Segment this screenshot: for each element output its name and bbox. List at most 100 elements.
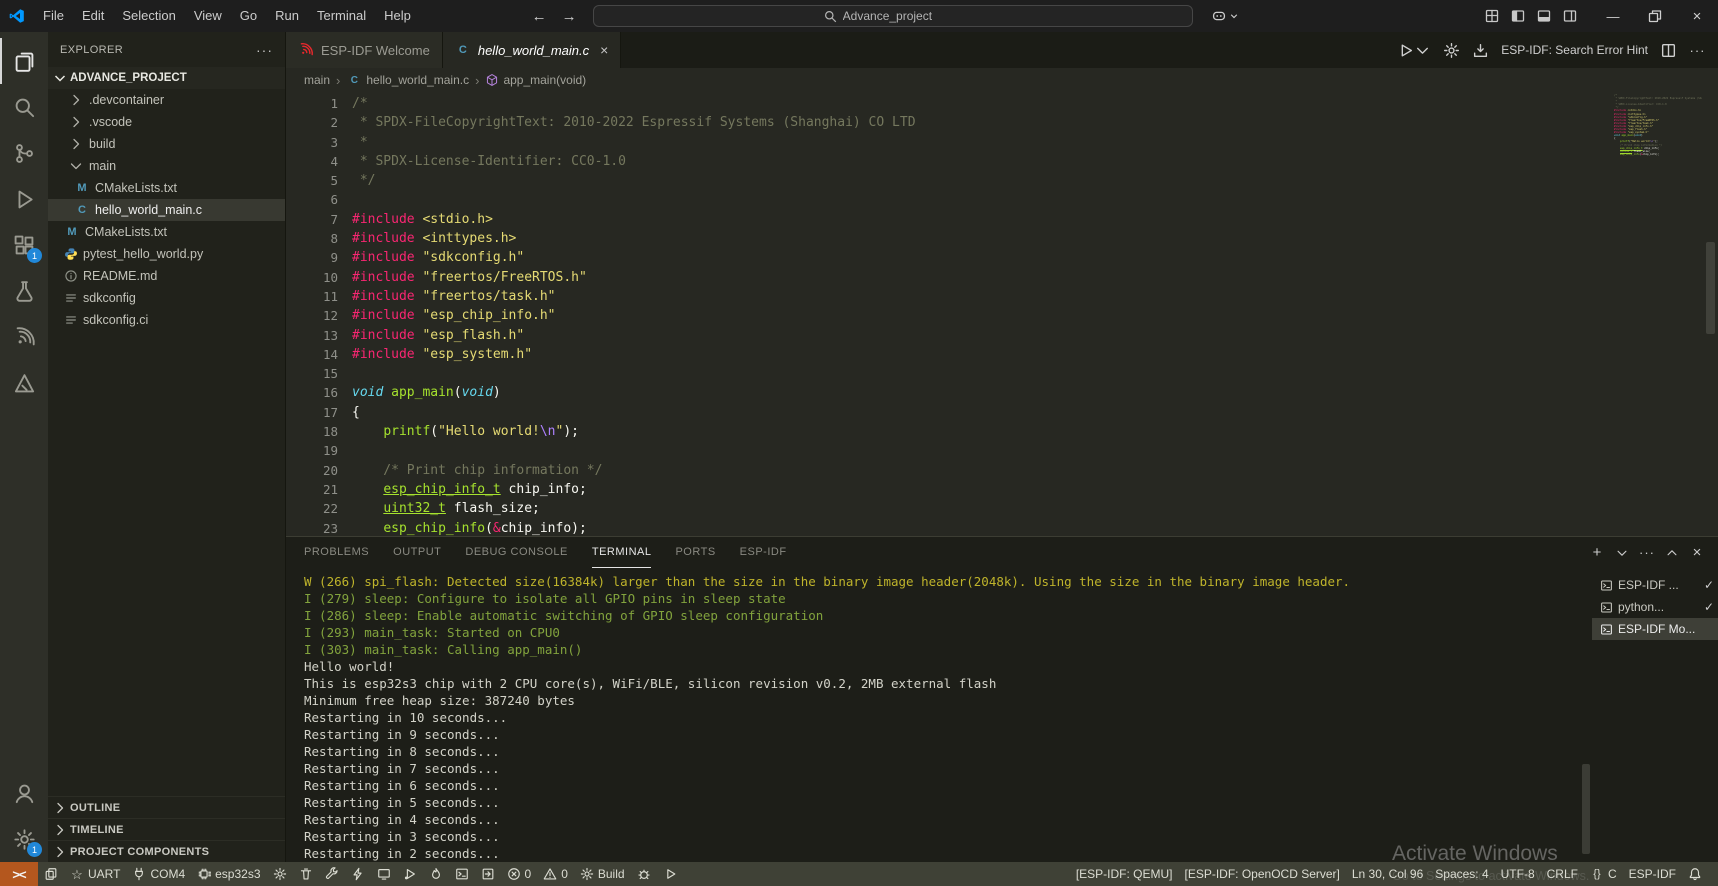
terminal-scrollbar[interactable] xyxy=(1582,764,1590,854)
menu-item-go[interactable]: Go xyxy=(231,1,266,31)
statusbar-openocd-server-status[interactable]: [ESP-IDF: OpenOCD Server] xyxy=(1179,862,1346,886)
menu-item-view[interactable]: View xyxy=(185,1,231,31)
tree-root-folder[interactable]: ADVANCE_PROJECT xyxy=(48,67,285,89)
statusbar-openocd[interactable] xyxy=(319,862,345,886)
statusbar-cursor-position[interactable]: Ln 30, Col 96 xyxy=(1346,862,1429,886)
panel-tab-debug-console[interactable]: DEBUG CONSOLE xyxy=(465,537,567,568)
editor-tab-esp-idf-welcome[interactable]: ESP-IDF Welcome xyxy=(286,32,443,68)
split-editor-button[interactable] xyxy=(1660,42,1677,59)
tree-item-cmakelists-txt[interactable]: MCMakeLists.txt xyxy=(48,221,285,243)
close-panel-button[interactable]: × xyxy=(1690,546,1704,560)
statusbar-menuconfig[interactable] xyxy=(267,862,293,886)
statusbar-erase-flash[interactable] xyxy=(423,862,449,886)
esp-idf-search-error-hint-button[interactable]: ESP-IDF: Search Error Hint xyxy=(1501,43,1648,57)
new-terminal-button[interactable]: + xyxy=(1590,546,1604,560)
statusbar-idf-terminal[interactable] xyxy=(449,862,475,886)
activitybar-extensions[interactable]: 1 xyxy=(0,222,48,268)
sidebar-section-project-components[interactable]: PROJECT COMPONENTS xyxy=(48,840,285,862)
panel-tab-ports[interactable]: PORTS xyxy=(675,537,715,568)
menu-item-edit[interactable]: Edit xyxy=(73,1,113,31)
menu-item-terminal[interactable]: Terminal xyxy=(308,1,375,31)
breadcrumb-item[interactable]: main xyxy=(304,73,330,87)
maximize-panel-button[interactable] xyxy=(1665,546,1679,560)
editor-tab-hello-world-main-c[interactable]: Chello_world_main.c× xyxy=(443,32,621,68)
tree-item-build[interactable]: build xyxy=(48,133,285,155)
statusbar-indentation[interactable]: Spaces: 4 xyxy=(1429,862,1494,886)
toggle-secondary-sidebar-button[interactable] xyxy=(1562,8,1578,24)
run-or-debug-button[interactable] xyxy=(1397,42,1431,59)
statusbar-problems-errors[interactable]: 0 xyxy=(501,862,538,886)
customize-layout-button[interactable] xyxy=(1484,8,1500,24)
close-tab-icon[interactable]: × xyxy=(600,42,608,58)
activitybar-source-control[interactable] xyxy=(0,130,48,176)
statusbar-build[interactable]: Build xyxy=(574,862,631,886)
statusbar-problems-warnings[interactable]: 0 xyxy=(537,862,574,886)
menu-item-run[interactable]: Run xyxy=(266,1,308,31)
statusbar-esp-idf-project[interactable] xyxy=(38,862,64,886)
activitybar-esp-idf-tools[interactable] xyxy=(0,360,48,406)
statusbar-eol-sequence[interactable]: CRLF xyxy=(1541,862,1584,886)
command-center-search[interactable] xyxy=(593,5,1193,27)
panel-tab-terminal[interactable]: TERMINAL xyxy=(592,537,652,568)
activitybar-espressif-explorer[interactable] xyxy=(0,314,48,360)
tree-item-hello-world-main-c[interactable]: Chello_world_main.c xyxy=(48,199,285,221)
menu-item-help[interactable]: Help xyxy=(375,1,420,31)
statusbar-qemu-status[interactable]: [ESP-IDF: QEMU] xyxy=(1070,862,1179,886)
code-editor[interactable]: 1/*2 * SPDX-FileCopyrightText: 2010-2022… xyxy=(286,92,1718,536)
panel-tab-output[interactable]: OUTPUT xyxy=(393,537,441,568)
statusbar-debug[interactable] xyxy=(397,862,423,886)
idf-settings-button[interactable] xyxy=(1443,42,1460,59)
more-actions-button[interactable]: ··· xyxy=(1689,42,1706,59)
tree-item-sdkconfig[interactable]: sdkconfig xyxy=(48,287,285,309)
sidebar-section-outline[interactable]: OUTLINE xyxy=(48,796,285,818)
toggle-panel-button[interactable] xyxy=(1536,8,1552,24)
breadcrumb-item[interactable]: Chello_world_main.c xyxy=(346,73,469,87)
more-actions-button[interactable]: ··· xyxy=(1640,546,1654,560)
statusbar-encoding[interactable]: UTF-8 xyxy=(1495,862,1541,886)
tree-item-cmakelists-txt[interactable]: MCMakeLists.txt xyxy=(48,177,285,199)
panel-tab-problems[interactable]: PROBLEMS xyxy=(304,537,369,568)
terminal-list-item[interactable]: ESP-IDF Mo... xyxy=(1592,618,1718,640)
activitybar-accounts[interactable] xyxy=(0,770,48,816)
terminal-output[interactable]: W (266) spi_flash: Detected size(16384k)… xyxy=(286,568,1592,862)
tree-item-readme-md[interactable]: README.md xyxy=(48,265,285,287)
tree-item--vscode[interactable]: .vscode xyxy=(48,111,285,133)
install-button[interactable] xyxy=(1472,42,1489,59)
forward-button[interactable]: → xyxy=(561,8,577,24)
activitybar-settings[interactable]: 1 xyxy=(0,816,48,862)
close-button[interactable]: × xyxy=(1676,0,1718,32)
activitybar-search[interactable] xyxy=(0,84,48,130)
statusbar-device-target[interactable]: esp32s3 xyxy=(191,862,266,886)
tree-item--devcontainer[interactable]: .devcontainer xyxy=(48,89,285,111)
statusbar-remote-indicator[interactable]: >< xyxy=(0,862,38,886)
statusbar-serial-port[interactable]: COM4 xyxy=(126,862,191,886)
editor-scrollbar[interactable] xyxy=(1706,242,1715,334)
statusbar-flash-uart[interactable]: ☆UART xyxy=(64,862,126,886)
statusbar-full-clean[interactable] xyxy=(293,862,319,886)
statusbar-esp-idf-version[interactable]: ESP-IDF xyxy=(1623,862,1682,886)
statusbar-language-mode[interactable]: {}C xyxy=(1584,862,1623,886)
menu-item-selection[interactable]: Selection xyxy=(113,1,184,31)
activitybar-testing[interactable] xyxy=(0,268,48,314)
statusbar-notifications[interactable] xyxy=(1682,862,1708,886)
tree-item-main[interactable]: main xyxy=(48,155,285,177)
panel-tab-esp-idf[interactable]: ESP-IDF xyxy=(740,537,787,568)
activitybar-run-and-debug[interactable] xyxy=(0,176,48,222)
launch-profile-button[interactable] xyxy=(1615,546,1629,560)
tree-item-sdkconfig-ci[interactable]: sdkconfig.ci xyxy=(48,309,285,331)
menu-item-file[interactable]: File xyxy=(34,1,73,31)
statusbar-monitor-device[interactable] xyxy=(371,862,397,886)
sidebar-section-timeline[interactable]: TIMELINE xyxy=(48,818,285,840)
minimap[interactable]: /* * SPDX-FileCopyrightText: 2010-2022 E… xyxy=(1614,94,1702,454)
back-button[interactable]: ← xyxy=(531,8,547,24)
copilot-button[interactable] xyxy=(1211,8,1239,24)
terminal-list-item[interactable]: python...✓ xyxy=(1592,596,1718,618)
restore-button[interactable] xyxy=(1634,0,1676,32)
terminal-list-item[interactable]: ESP-IDF ...✓ xyxy=(1592,574,1718,596)
tree-item-pytest-hello-world-py[interactable]: pytest_hello_world.py xyxy=(48,243,285,265)
breadcrumb-item[interactable]: app_main(void) xyxy=(485,73,586,87)
search-input[interactable] xyxy=(843,9,963,23)
activitybar-explorer[interactable] xyxy=(0,38,48,84)
statusbar-flash[interactable] xyxy=(345,862,371,886)
minimize-button[interactable]: — xyxy=(1592,0,1634,32)
